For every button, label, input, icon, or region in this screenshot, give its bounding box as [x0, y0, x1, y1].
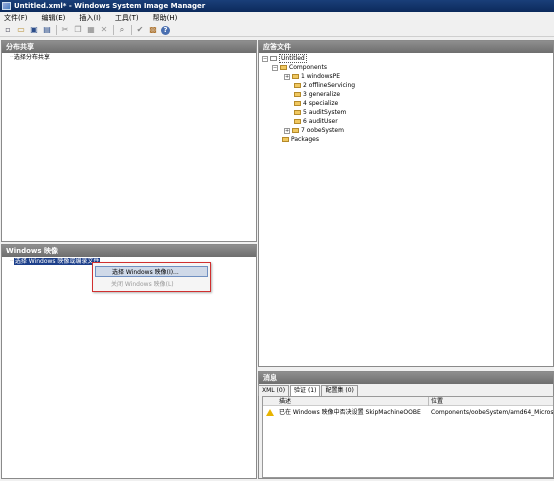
collapse-icon[interactable]: − [272, 64, 278, 71]
select-distribution-share-item[interactable]: ··选择分布共享 [10, 54, 50, 62]
title-bar: Untitled.xml* - Windows System Image Man… [0, 0, 554, 12]
tab-validation[interactable]: 验证 (1) [290, 385, 321, 396]
pass-label: 2 offlineServicing [303, 82, 356, 89]
untitled-label: Untitled [279, 54, 307, 63]
folder-icon [294, 119, 301, 124]
distribution-share-header: 分布共享 [2, 41, 256, 53]
tree-node-packages[interactable]: Packages [282, 136, 319, 144]
messages-tabs: XML (0) 验证 (1) 配置集 (0) [258, 385, 359, 396]
app-icon [2, 2, 11, 10]
new-icon[interactable]: ▫ [3, 25, 13, 35]
folder-icon [294, 83, 301, 88]
tab-configuration-set[interactable]: 配置集 (0) [321, 385, 358, 396]
expand-icon[interactable]: + [284, 127, 290, 134]
answer-file-header: 应答文件 [259, 41, 553, 53]
tree-node-untitled[interactable]: − Untitled [262, 54, 307, 63]
answer-file-icon [270, 56, 277, 61]
table-row[interactable]: 已在 Windows 映像中否决设置 SkipMachineOOBE Compo… [263, 407, 553, 418]
tab-xml[interactable]: XML (0) [258, 385, 290, 396]
answer-file-panel: 应答文件 − Untitled − Components +1 windowsPE … [258, 40, 554, 367]
pass-label: 4 specialize [303, 100, 339, 107]
window-title: Untitled.xml* - Windows System Image Man… [14, 2, 206, 10]
cut-icon[interactable]: ✂ [60, 25, 70, 35]
save-icon[interactable]: ▣ [29, 25, 39, 35]
menu-tools[interactable]: 工具(T) [115, 12, 139, 24]
toolbar: ▫ ▭ ▣ ▤ ✂ ❐ ▦ ✕ ⌕ ✔ ▩ ? [0, 24, 554, 37]
close-windows-image-menu-item[interactable]: 关闭 Windows 映像(L) [95, 279, 208, 290]
open-icon[interactable]: ▭ [16, 25, 26, 35]
collapse-icon[interactable]: − [262, 55, 268, 62]
toolbar-separator [113, 25, 114, 35]
pass-label: 1 windowsPE [301, 73, 341, 80]
pass-label: 7 oobeSystem [301, 127, 344, 134]
find-icon[interactable]: ⌕ [117, 25, 127, 35]
column-header-description[interactable]: 描述 [279, 397, 291, 406]
toolbar-separator [131, 25, 132, 35]
toolbar-separator [56, 25, 57, 35]
tree-node-pass-7[interactable]: +7 oobeSystem [284, 127, 344, 135]
column-divider [428, 397, 429, 406]
distribution-share-panel: 分布共享 ··选择分布共享 [1, 40, 257, 242]
folder-icon [292, 74, 299, 79]
pass-label: 3 generalize [303, 91, 341, 98]
folder-icon [294, 92, 301, 97]
components-label: Components [289, 64, 327, 71]
tree-node-pass-6[interactable]: 6 auditUser [294, 118, 338, 126]
pass-label: 5 auditSystem [303, 109, 347, 116]
package-icon[interactable]: ▩ [148, 25, 158, 35]
context-menu: 选择 Windows 映像(I)... 关闭 Windows 映像(L) [92, 262, 211, 292]
menu-help[interactable]: 帮助(H) [153, 12, 178, 24]
delete-icon[interactable]: ✕ [99, 25, 109, 35]
folder-icon [294, 101, 301, 106]
tree-node-pass-5[interactable]: 5 auditSystem [294, 109, 346, 117]
folder-icon [280, 65, 287, 70]
row-description: 已在 Windows 映像中否决设置 SkipMachineOOBE [279, 409, 421, 416]
menu-file[interactable]: 文件(F) [4, 12, 28, 24]
paste-icon[interactable]: ▦ [86, 25, 96, 35]
expand-icon[interactable]: + [284, 73, 290, 80]
grid-header: 描述 位置 [263, 397, 553, 406]
save-as-icon[interactable]: ▤ [42, 25, 52, 35]
help-icon[interactable]: ? [161, 25, 170, 35]
pass-label: 6 auditUser [303, 118, 338, 125]
tree-node-components[interactable]: − Components [272, 64, 327, 72]
menu-edit[interactable]: 编辑(E) [42, 12, 66, 24]
distribution-share-placeholder: 选择分布共享 [13, 54, 50, 61]
messages-grid: 描述 位置 已在 Windows 映像中否决设置 SkipMachineOOBE… [262, 396, 554, 478]
windows-image-placeholder: 选择 Windows 映像或编录文件 [13, 258, 101, 265]
tree-node-pass-1[interactable]: +1 windowsPE [284, 73, 340, 81]
tree-node-pass-3[interactable]: 3 generalize [294, 91, 340, 99]
folder-icon [292, 128, 299, 133]
tree-node-pass-4[interactable]: 4 specialize [294, 100, 338, 108]
menu-bar: 文件(F) 编辑(E) 插入(I) 工具(T) 帮助(H) [0, 12, 554, 24]
select-windows-image-menu-item[interactable]: 选择 Windows 映像(I)... [95, 266, 208, 277]
messages-header: 消息 [259, 372, 553, 384]
column-header-location[interactable]: 位置 [431, 397, 443, 406]
copy-icon[interactable]: ❐ [73, 25, 83, 35]
packages-label: Packages [291, 136, 319, 143]
folder-icon [294, 110, 301, 115]
select-windows-image-item[interactable]: ··选择 Windows 映像或编录文件 [10, 258, 101, 266]
windows-image-header: Windows 映像 [2, 245, 256, 257]
warning-icon [266, 409, 274, 416]
row-location: Components/oobeSystem/amd64_Microsoft [431, 409, 553, 416]
validate-icon[interactable]: ✔ [135, 25, 145, 35]
menu-insert[interactable]: 插入(I) [79, 12, 101, 24]
folder-icon [282, 137, 289, 142]
tree-node-pass-2[interactable]: 2 offlineServicing [294, 82, 355, 90]
